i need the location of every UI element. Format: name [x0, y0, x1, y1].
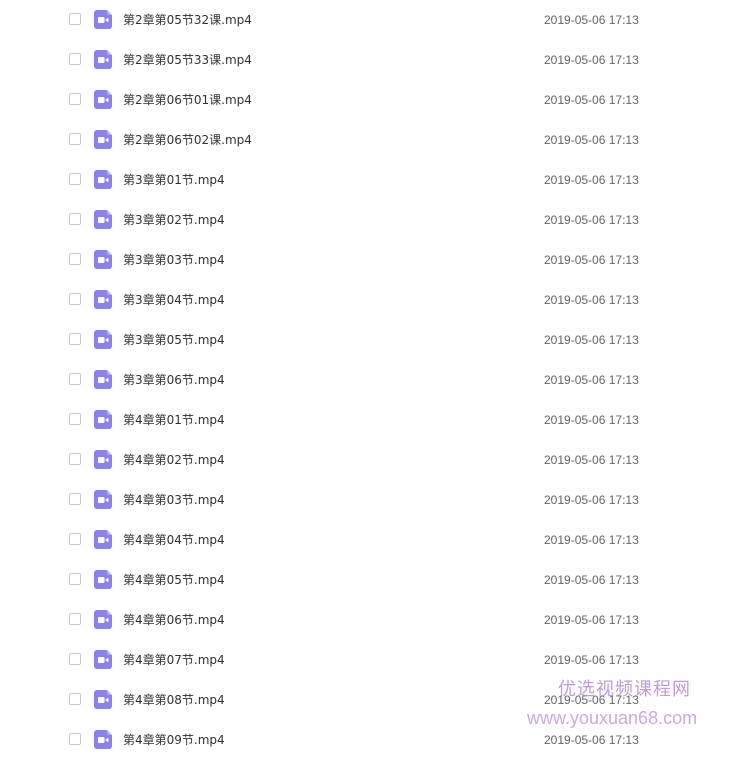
file-row[interactable]: 第4章第02节.mp4 2019-05-06 17:13 — [0, 440, 750, 480]
row-checkbox[interactable] — [69, 13, 81, 25]
file-modified-date: 2019-05-06 17:13 — [544, 573, 639, 587]
video-file-icon — [94, 330, 112, 349]
file-modified-date: 2019-05-06 17:13 — [544, 293, 639, 307]
file-row[interactable]: 第2章第06节01课.mp4 2019-05-06 17:13 — [0, 80, 750, 120]
file-modified-date: 2019-05-06 17:13 — [544, 93, 639, 107]
file-row[interactable]: 第4章第04节.mp4 2019-05-06 17:13 — [0, 520, 750, 560]
row-checkbox[interactable] — [69, 53, 81, 65]
file-name[interactable]: 第4章第07节.mp4 — [123, 652, 225, 668]
file-modified-date: 2019-05-06 17:13 — [544, 693, 639, 707]
file-row[interactable]: 第4章第07节.mp4 2019-05-06 17:13 — [0, 640, 750, 680]
file-name[interactable]: 第2章第06节02课.mp4 — [123, 132, 252, 148]
file-name[interactable]: 第2章第05节33课.mp4 — [123, 52, 252, 68]
file-modified-date: 2019-05-06 17:13 — [544, 173, 639, 187]
file-modified-date: 2019-05-06 17:13 — [544, 373, 639, 387]
file-row[interactable]: 第2章第05节32课.mp4 2019-05-06 17:13 — [0, 0, 750, 40]
row-checkbox[interactable] — [69, 173, 81, 185]
file-name[interactable]: 第2章第05节32课.mp4 — [123, 12, 252, 28]
file-row[interactable]: 第4章第03节.mp4 2019-05-06 17:13 — [0, 480, 750, 520]
video-file-icon — [94, 570, 112, 589]
row-checkbox[interactable] — [69, 693, 81, 705]
file-row[interactable]: 第4章第08节.mp4 2019-05-06 17:13 — [0, 680, 750, 720]
file-name[interactable]: 第3章第05节.mp4 — [123, 332, 225, 348]
file-row[interactable]: 第3章第04节.mp4 2019-05-06 17:13 — [0, 280, 750, 320]
file-modified-date: 2019-05-06 17:13 — [544, 533, 639, 547]
video-file-icon — [94, 530, 112, 549]
video-file-icon — [94, 690, 112, 709]
file-name[interactable]: 第3章第02节.mp4 — [123, 212, 225, 228]
video-file-icon — [94, 730, 112, 749]
video-file-icon — [94, 290, 112, 309]
file-modified-date: 2019-05-06 17:13 — [544, 13, 639, 27]
file-name[interactable]: 第4章第06节.mp4 — [123, 612, 225, 628]
file-name[interactable]: 第4章第09节.mp4 — [123, 732, 225, 748]
row-checkbox[interactable] — [69, 533, 81, 545]
file-modified-date: 2019-05-06 17:13 — [544, 653, 639, 667]
file-name[interactable]: 第4章第04节.mp4 — [123, 532, 225, 548]
file-row[interactable]: 第4章第06节.mp4 2019-05-06 17:13 — [0, 600, 750, 640]
file-name[interactable]: 第3章第01节.mp4 — [123, 172, 225, 188]
file-row[interactable]: 第2章第06节02课.mp4 2019-05-06 17:13 — [0, 120, 750, 160]
file-name[interactable]: 第4章第05节.mp4 — [123, 572, 225, 588]
file-name[interactable]: 第4章第01节.mp4 — [123, 412, 225, 428]
row-checkbox[interactable] — [69, 453, 81, 465]
file-row[interactable]: 第4章第05节.mp4 2019-05-06 17:13 — [0, 560, 750, 600]
video-file-icon — [94, 170, 112, 189]
row-checkbox[interactable] — [69, 293, 81, 305]
file-name[interactable]: 第3章第03节.mp4 — [123, 252, 225, 268]
video-file-icon — [94, 610, 112, 629]
file-modified-date: 2019-05-06 17:13 — [544, 213, 639, 227]
file-name[interactable]: 第4章第02节.mp4 — [123, 452, 225, 468]
file-name[interactable]: 第4章第08节.mp4 — [123, 692, 225, 708]
row-checkbox[interactable] — [69, 93, 81, 105]
row-checkbox[interactable] — [69, 373, 81, 385]
file-modified-date: 2019-05-06 17:13 — [544, 733, 639, 747]
file-modified-date: 2019-05-06 17:13 — [544, 413, 639, 427]
file-list: 第2章第05节32课.mp4 2019-05-06 17:13 第2章第05节3… — [0, 0, 750, 760]
file-modified-date: 2019-05-06 17:13 — [544, 613, 639, 627]
video-file-icon — [94, 370, 112, 389]
file-row[interactable]: 第2章第05节33课.mp4 2019-05-06 17:13 — [0, 40, 750, 80]
file-modified-date: 2019-05-06 17:13 — [544, 253, 639, 267]
file-row[interactable]: 第3章第06节.mp4 2019-05-06 17:13 — [0, 360, 750, 400]
file-row[interactable]: 第3章第05节.mp4 2019-05-06 17:13 — [0, 320, 750, 360]
file-name[interactable]: 第2章第06节01课.mp4 — [123, 92, 252, 108]
video-file-icon — [94, 90, 112, 109]
row-checkbox[interactable] — [69, 613, 81, 625]
file-modified-date: 2019-05-06 17:13 — [544, 493, 639, 507]
video-file-icon — [94, 650, 112, 669]
file-row[interactable]: 第4章第09节.mp4 2019-05-06 17:13 — [0, 720, 750, 760]
file-modified-date: 2019-05-06 17:13 — [544, 453, 639, 467]
video-file-icon — [94, 490, 112, 509]
row-checkbox[interactable] — [69, 653, 81, 665]
video-file-icon — [94, 410, 112, 429]
video-file-icon — [94, 210, 112, 229]
video-file-icon — [94, 250, 112, 269]
row-checkbox[interactable] — [69, 253, 81, 265]
file-row[interactable]: 第3章第02节.mp4 2019-05-06 17:13 — [0, 200, 750, 240]
video-file-icon — [94, 130, 112, 149]
row-checkbox[interactable] — [69, 413, 81, 425]
row-checkbox[interactable] — [69, 213, 81, 225]
row-checkbox[interactable] — [69, 333, 81, 345]
file-modified-date: 2019-05-06 17:13 — [544, 333, 639, 347]
file-name[interactable]: 第4章第03节.mp4 — [123, 492, 225, 508]
row-checkbox[interactable] — [69, 573, 81, 585]
file-row[interactable]: 第3章第03节.mp4 2019-05-06 17:13 — [0, 240, 750, 280]
video-file-icon — [94, 50, 112, 69]
file-name[interactable]: 第3章第06节.mp4 — [123, 372, 225, 388]
video-file-icon — [94, 10, 112, 29]
row-checkbox[interactable] — [69, 733, 81, 745]
video-file-icon — [94, 450, 112, 469]
file-name[interactable]: 第3章第04节.mp4 — [123, 292, 225, 308]
row-checkbox[interactable] — [69, 133, 81, 145]
file-row[interactable]: 第4章第01节.mp4 2019-05-06 17:13 — [0, 400, 750, 440]
row-checkbox[interactable] — [69, 493, 81, 505]
file-modified-date: 2019-05-06 17:13 — [544, 53, 639, 67]
file-row[interactable]: 第3章第01节.mp4 2019-05-06 17:13 — [0, 160, 750, 200]
file-modified-date: 2019-05-06 17:13 — [544, 133, 639, 147]
